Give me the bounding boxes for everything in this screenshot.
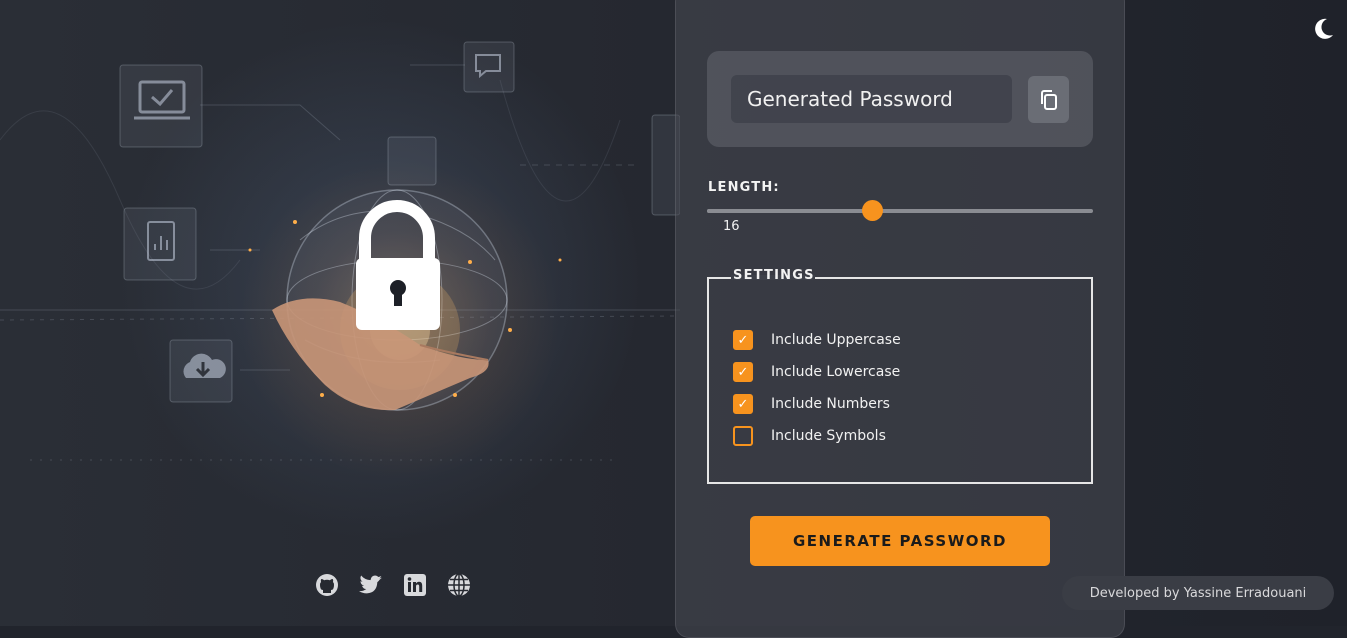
settings-legend: SETTINGS [733, 268, 815, 283]
linkedin-icon [404, 574, 426, 596]
checkbox-symbols[interactable] [733, 426, 753, 446]
github-link[interactable] [315, 573, 339, 597]
generate-password-button[interactable]: GENERATE PASSWORD [750, 516, 1050, 566]
option-uppercase[interactable]: ✓ Include Uppercase [733, 330, 901, 350]
developer-credit: Developed by Yassine Erradouani [1062, 576, 1334, 610]
theme-toggle[interactable] [1310, 16, 1336, 42]
twitter-icon [359, 575, 383, 594]
checkbox-numbers[interactable]: ✓ [733, 394, 753, 414]
github-icon [316, 574, 338, 596]
option-lowercase[interactable]: ✓ Include Lowercase [733, 362, 900, 382]
twitter-link[interactable] [359, 573, 383, 597]
website-link[interactable] [447, 573, 471, 597]
length-slider[interactable] [707, 200, 1093, 221]
globe-icon [448, 573, 470, 597]
option-label: Include Uppercase [771, 332, 901, 348]
copy-button[interactable] [1028, 76, 1069, 123]
checkbox-lowercase[interactable]: ✓ [733, 362, 753, 382]
social-links [315, 573, 471, 597]
option-label: Include Symbols [771, 428, 886, 444]
option-symbols[interactable]: Include Symbols [733, 426, 886, 446]
option-label: Include Lowercase [771, 364, 901, 380]
copy-icon [1040, 89, 1057, 110]
option-label: Include Numbers [771, 396, 890, 412]
moon-icon [1315, 18, 1333, 39]
password-text: Generated Password [747, 87, 953, 111]
checkbox-uppercase[interactable]: ✓ [733, 330, 753, 350]
length-value: 16 [723, 219, 740, 234]
option-numbers[interactable]: ✓ Include Numbers [733, 394, 890, 414]
security-illustration [0, 41, 680, 461]
password-output[interactable]: Generated Password [731, 75, 1012, 123]
length-label: LENGTH: [708, 180, 780, 195]
linkedin-link[interactable] [403, 573, 427, 597]
slider-fill [707, 209, 873, 213]
